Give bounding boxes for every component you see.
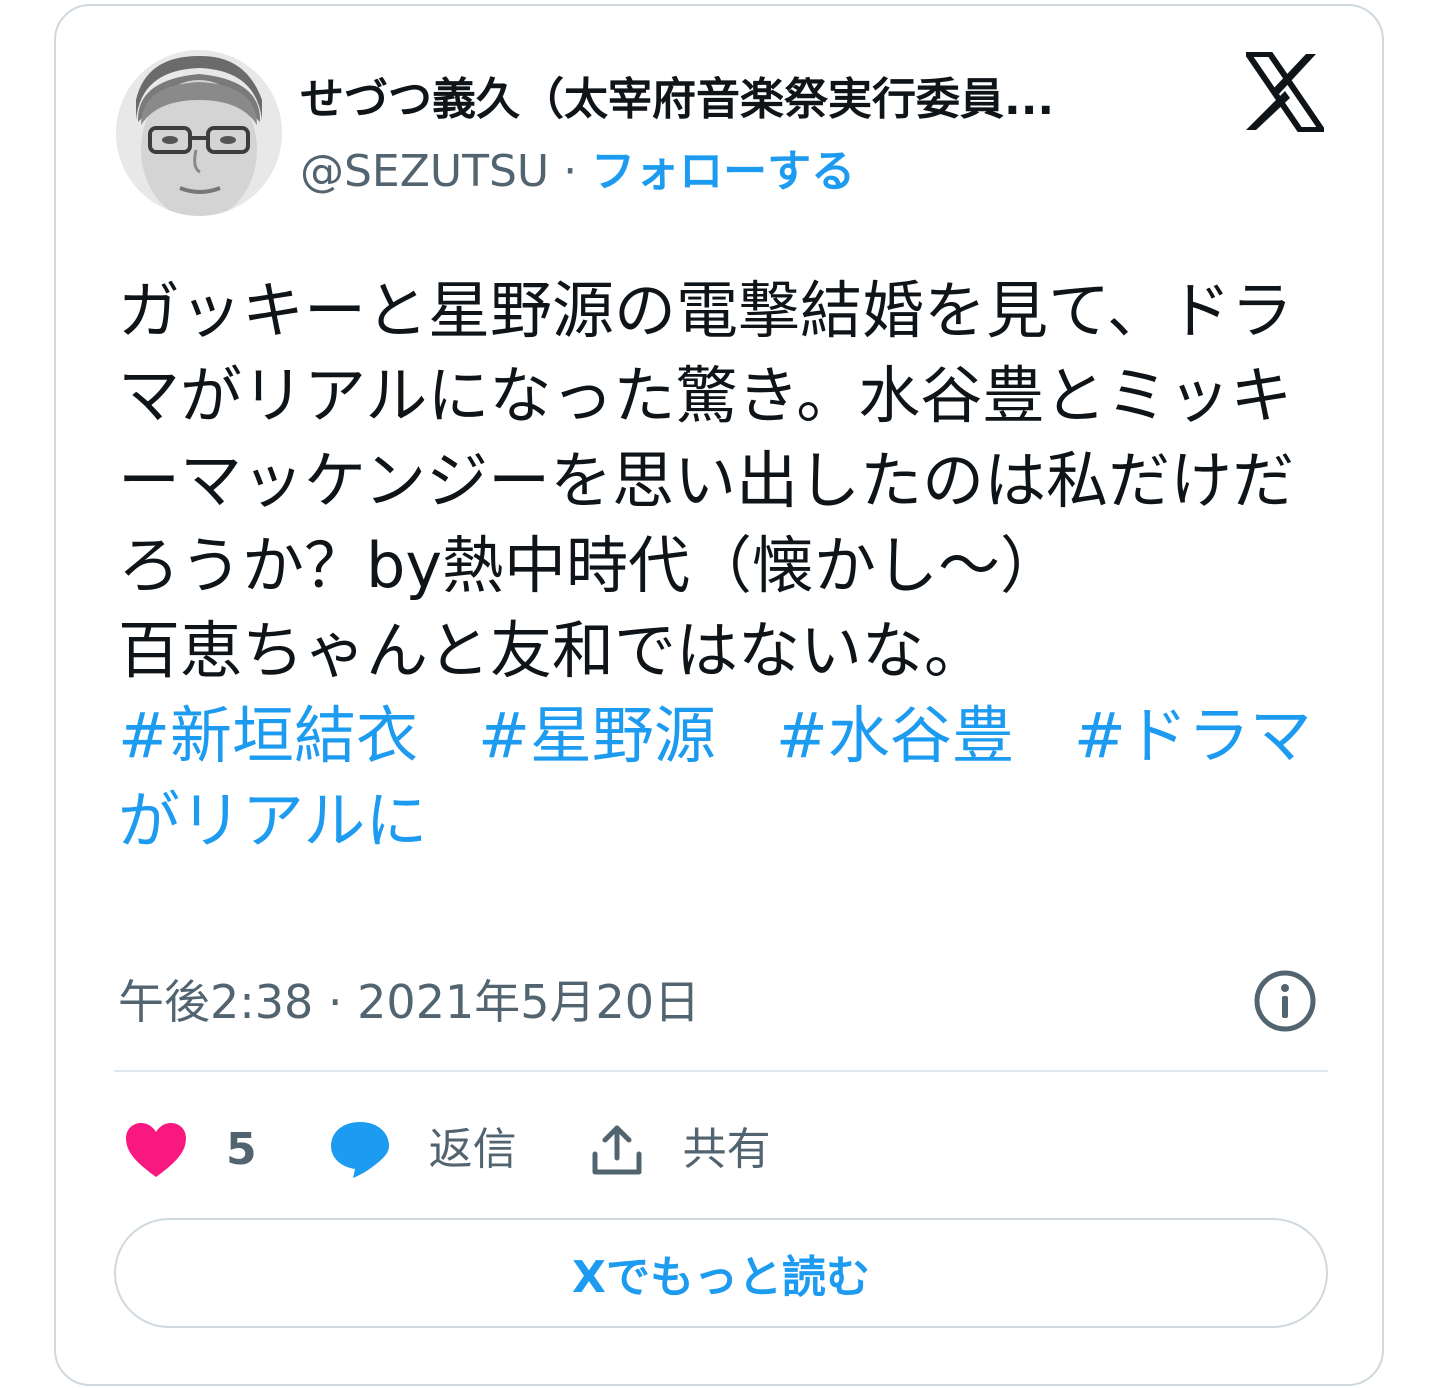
author-meta: @SEZUTSU · フォローする xyxy=(300,142,855,202)
avatar-image xyxy=(116,50,282,216)
meta-separator: · xyxy=(563,146,578,197)
like-count: 5 xyxy=(226,1124,257,1175)
x-logo-icon[interactable] xyxy=(1245,51,1325,133)
hashtag-link[interactable]: #水谷豊 xyxy=(776,699,1014,772)
share-button[interactable]: 共有 xyxy=(589,1120,771,1180)
info-icon[interactable] xyxy=(1252,968,1318,1034)
hashtag-link[interactable]: #新垣結衣 xyxy=(118,699,418,772)
author-handle[interactable]: @SEZUTSU xyxy=(300,146,549,197)
tweet-text-line: 百恵ちゃんと友和ではないな。 xyxy=(118,614,987,687)
avatar[interactable] xyxy=(116,50,282,216)
share-upload-icon xyxy=(592,1125,642,1175)
action-bar: 5 返信 共有 xyxy=(124,1110,843,1190)
tweet-text-line: ガッキーと星野源の電撃結婚を見て、ドラマがリアルになった驚き。水谷豊とミッキーマ… xyxy=(118,274,1295,602)
like-button[interactable]: 5 xyxy=(124,1120,257,1180)
read-more-button[interactable]: Xでもっと読む xyxy=(114,1218,1328,1328)
heart-icon xyxy=(126,1123,186,1177)
author-name[interactable]: せづつ義久（太宰府音楽祭実行委員... xyxy=(300,70,1180,130)
speech-bubble-icon xyxy=(330,1122,389,1178)
reply-button[interactable]: 返信 xyxy=(329,1120,517,1180)
reply-label: 返信 xyxy=(428,1124,517,1175)
tweet-card: せづつ義久（太宰府音楽祭実行委員... @SEZUTSU · フォローする ガッキー… xyxy=(54,4,1384,1386)
divider xyxy=(114,1070,1328,1072)
tweet-text: ガッキーと星野源の電撃結婚を見て、ドラマがリアルになった驚き。水谷豊とミッキーマ… xyxy=(118,268,1328,863)
hashtag-list: #新垣結衣 #星野源 #水谷豊 #ドラマがリアルに xyxy=(118,693,1328,863)
hashtag-link[interactable]: #星野源 xyxy=(478,699,716,772)
share-label: 共有 xyxy=(682,1124,771,1175)
follow-button[interactable]: フォローする xyxy=(591,146,855,197)
tweet-timestamp[interactable]: 午後2:38 · 2021年5月20日 xyxy=(118,972,700,1032)
